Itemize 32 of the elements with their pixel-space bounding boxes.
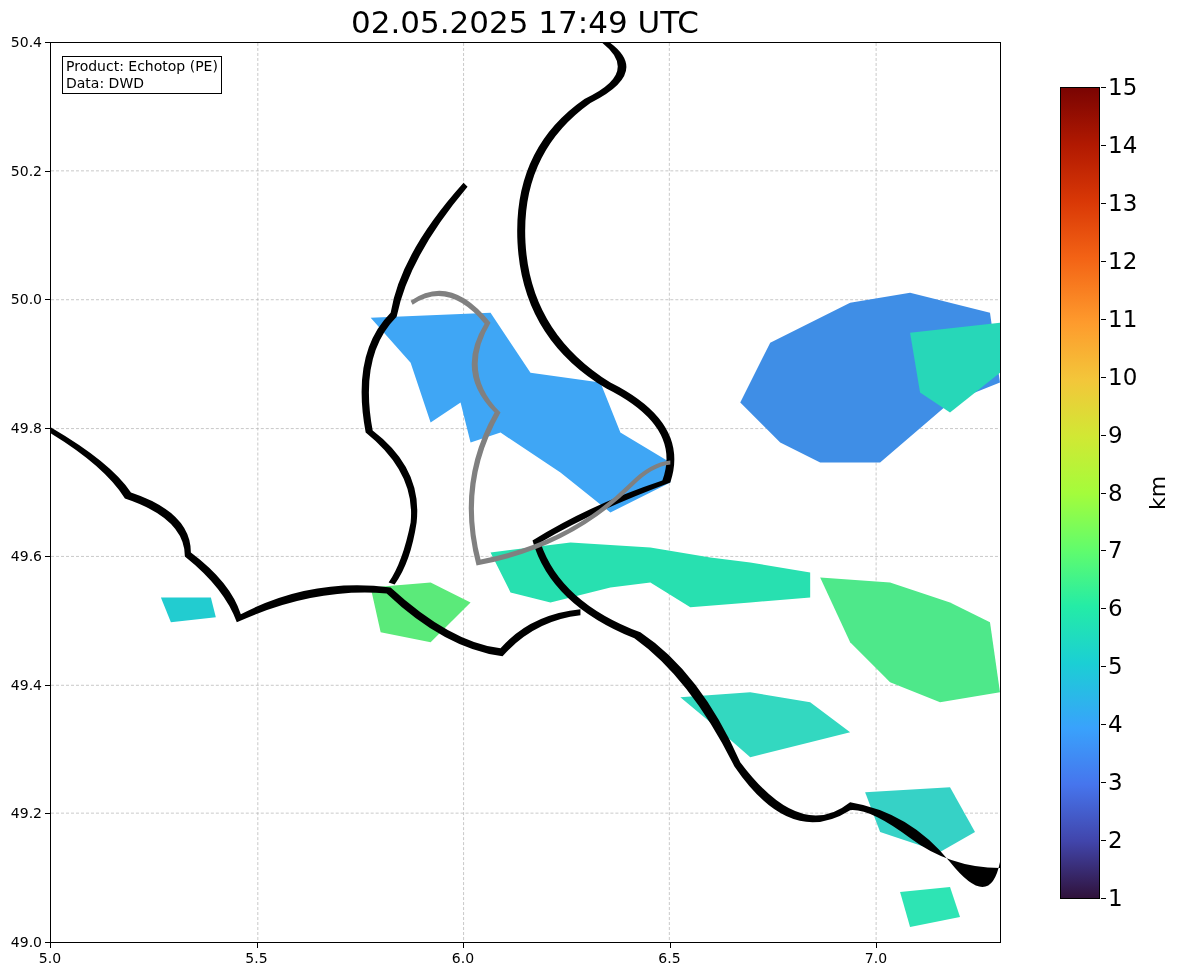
y-tick-label: 49.0	[9, 933, 42, 951]
x-tick-label: 7.0	[863, 949, 889, 967]
colorbar-tick-label: 15	[1108, 73, 1138, 101]
y-tick-label: 49.6	[9, 547, 42, 566]
colorbar-tick-label: 11	[1108, 304, 1138, 333]
colorbar-tick-label: 2	[1108, 826, 1123, 855]
colorbar-label: km	[1144, 475, 1171, 511]
colorbar-tick-label: 1	[1108, 884, 1123, 912]
colorbar-tick-label: 5	[1108, 652, 1123, 681]
x-tick-label: 5.5	[244, 949, 269, 967]
y-tick-label: 49.2	[9, 804, 42, 823]
colorbar-tick-label: 6	[1108, 594, 1123, 623]
colorbar-tick-label: 10	[1108, 362, 1138, 391]
colorbar-tick-label: 4	[1108, 710, 1123, 739]
colorbar-tick-label: 9	[1108, 420, 1123, 449]
colorbar-tick-label: 7	[1108, 536, 1123, 565]
y-tick-label: 49.8	[9, 418, 42, 437]
y-tick-label: 49.4	[9, 675, 42, 694]
info-line: Product: Echotop (PE)	[66, 58, 218, 75]
x-tick-label: 5.0	[37, 949, 63, 967]
info-line: Data: DWD	[66, 75, 145, 92]
y-tick-label: 50.4	[9, 33, 42, 51]
x-tick-label: 6.5	[657, 949, 682, 967]
x-tick-label: 6.0	[450, 949, 476, 967]
colorbar-tick-label: 3	[1108, 768, 1123, 797]
colorbar-tick-label: 8	[1108, 478, 1123, 507]
colorbar-tick-label: 12	[1108, 246, 1138, 275]
y-tick-label: 50.2	[9, 161, 42, 180]
colorbar-tick-label: 14	[1108, 130, 1138, 159]
plot-title: 02.05.2025 17:49 UTC	[350, 3, 700, 42]
y-tick-label: 50.0	[9, 290, 42, 309]
colorbar-tick-label: 13	[1108, 188, 1138, 217]
